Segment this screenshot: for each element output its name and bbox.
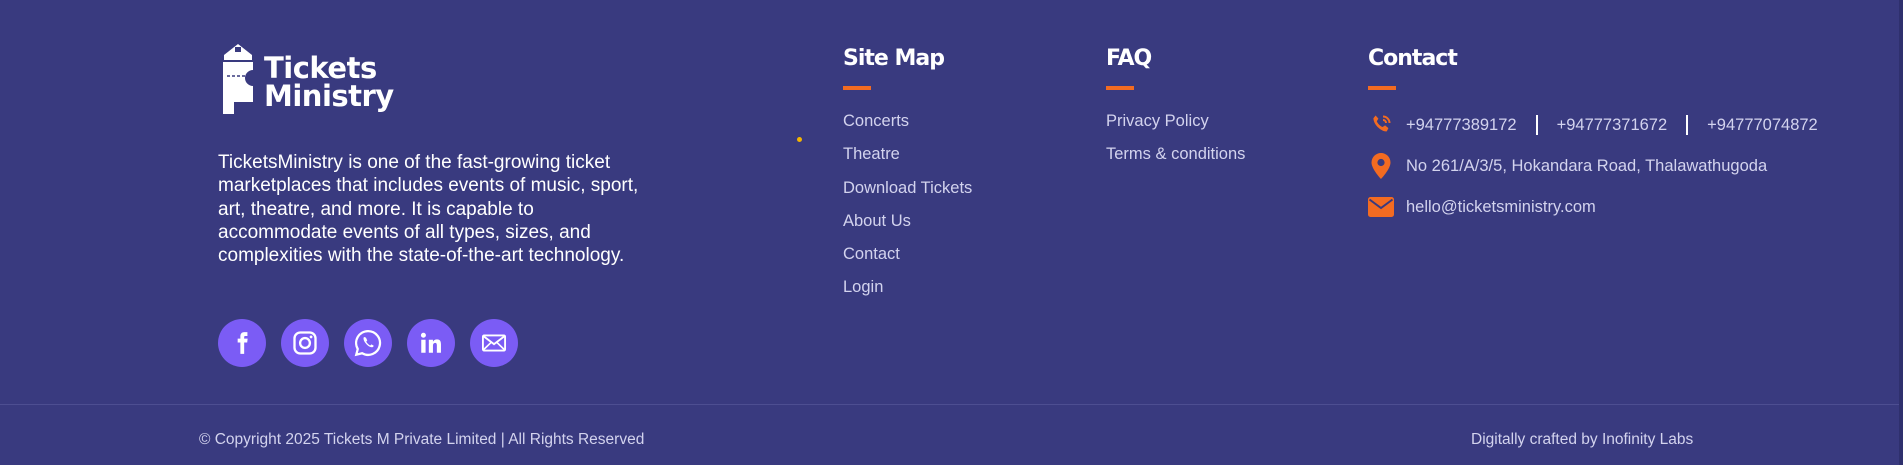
- contact-address: No 261/A/3/5, Hokandara Road, Thalawathu…: [1368, 152, 1818, 180]
- faq-links: Privacy Policy Terms & conditions: [1106, 111, 1245, 164]
- contact-email: hello@ticketsministry.com: [1368, 195, 1818, 219]
- sitemap-title: Site Map: [843, 46, 945, 71]
- whatsapp-icon: [354, 329, 382, 357]
- email-link[interactable]: hello@ticketsministry.com: [1406, 198, 1596, 217]
- facebook-button[interactable]: [218, 319, 266, 367]
- instagram-icon: [293, 331, 317, 355]
- contact-column: Contact +94777389172 +94777371672 +94777…: [1368, 44, 1818, 219]
- location-pin-icon: [1368, 152, 1394, 180]
- social-links: [218, 319, 518, 367]
- tickets-ministry-logo[interactable]: Tickets Ministry: [218, 44, 394, 116]
- faq-title-underline: [1106, 86, 1134, 90]
- faq-link-terms[interactable]: Terms & conditions: [1106, 144, 1245, 164]
- envelope-icon: [481, 334, 507, 352]
- sitemap-link-login[interactable]: Login: [843, 277, 972, 297]
- phone-icon: [1368, 113, 1394, 137]
- sitemap-link-theatre[interactable]: Theatre: [843, 144, 972, 164]
- sitemap-link-contact[interactable]: Contact: [843, 244, 972, 264]
- sitemap-link-download-tickets[interactable]: Download Tickets: [843, 178, 972, 198]
- crafted-by-link[interactable]: Digitally crafted by Inofinity Labs: [1471, 431, 1693, 449]
- sitemap-links: Concerts Theatre Download Tickets About …: [843, 111, 972, 297]
- mail-icon: [1368, 197, 1394, 217]
- decorative-dot: [797, 137, 802, 142]
- ticket-logo-icon: [223, 44, 253, 114]
- sitemap-column: Site Map Concerts Theatre Download Ticke…: [843, 44, 972, 311]
- sitemap-link-concerts[interactable]: Concerts: [843, 111, 972, 131]
- copyright-text: © Copyright 2025 Tickets M Private Limit…: [199, 431, 645, 448]
- linkedin-button[interactable]: [407, 319, 455, 367]
- faq-link-privacy-policy[interactable]: Privacy Policy: [1106, 111, 1245, 131]
- sitemap-title-underline: [843, 86, 871, 90]
- address-text: No 261/A/3/5, Hokandara Road, Thalawathu…: [1406, 156, 1768, 175]
- faq-column: FAQ Privacy Policy Terms & conditions: [1106, 44, 1245, 178]
- about-description: TicketsMinistry is one of the fast-growi…: [218, 152, 639, 267]
- phone-link-3[interactable]: +94777074872: [1707, 116, 1818, 135]
- logo-line-2: Ministry: [264, 79, 394, 113]
- phone-separator: [1535, 115, 1538, 135]
- page-edge-strip: [1899, 0, 1903, 465]
- email-button[interactable]: [470, 319, 518, 367]
- faq-title: FAQ: [1106, 46, 1152, 71]
- phone-link-1[interactable]: +94777389172: [1406, 116, 1517, 135]
- sitemap-link-about-us[interactable]: About Us: [843, 211, 972, 231]
- contact-title-underline: [1368, 86, 1396, 90]
- phone-separator: [1686, 115, 1689, 135]
- instagram-button[interactable]: [281, 319, 329, 367]
- facebook-icon: [237, 332, 248, 354]
- contact-phones: +94777389172 +94777371672 +94777074872: [1368, 113, 1818, 137]
- logo-wordmark: Tickets Ministry: [264, 51, 394, 113]
- linkedin-icon: [420, 332, 441, 353]
- logo-line-1: Tickets: [264, 51, 377, 85]
- contact-title: Contact: [1368, 46, 1458, 71]
- phone-link-2[interactable]: +94777371672: [1557, 116, 1668, 135]
- whatsapp-button[interactable]: [344, 319, 392, 367]
- footer-divider: [0, 404, 1899, 405]
